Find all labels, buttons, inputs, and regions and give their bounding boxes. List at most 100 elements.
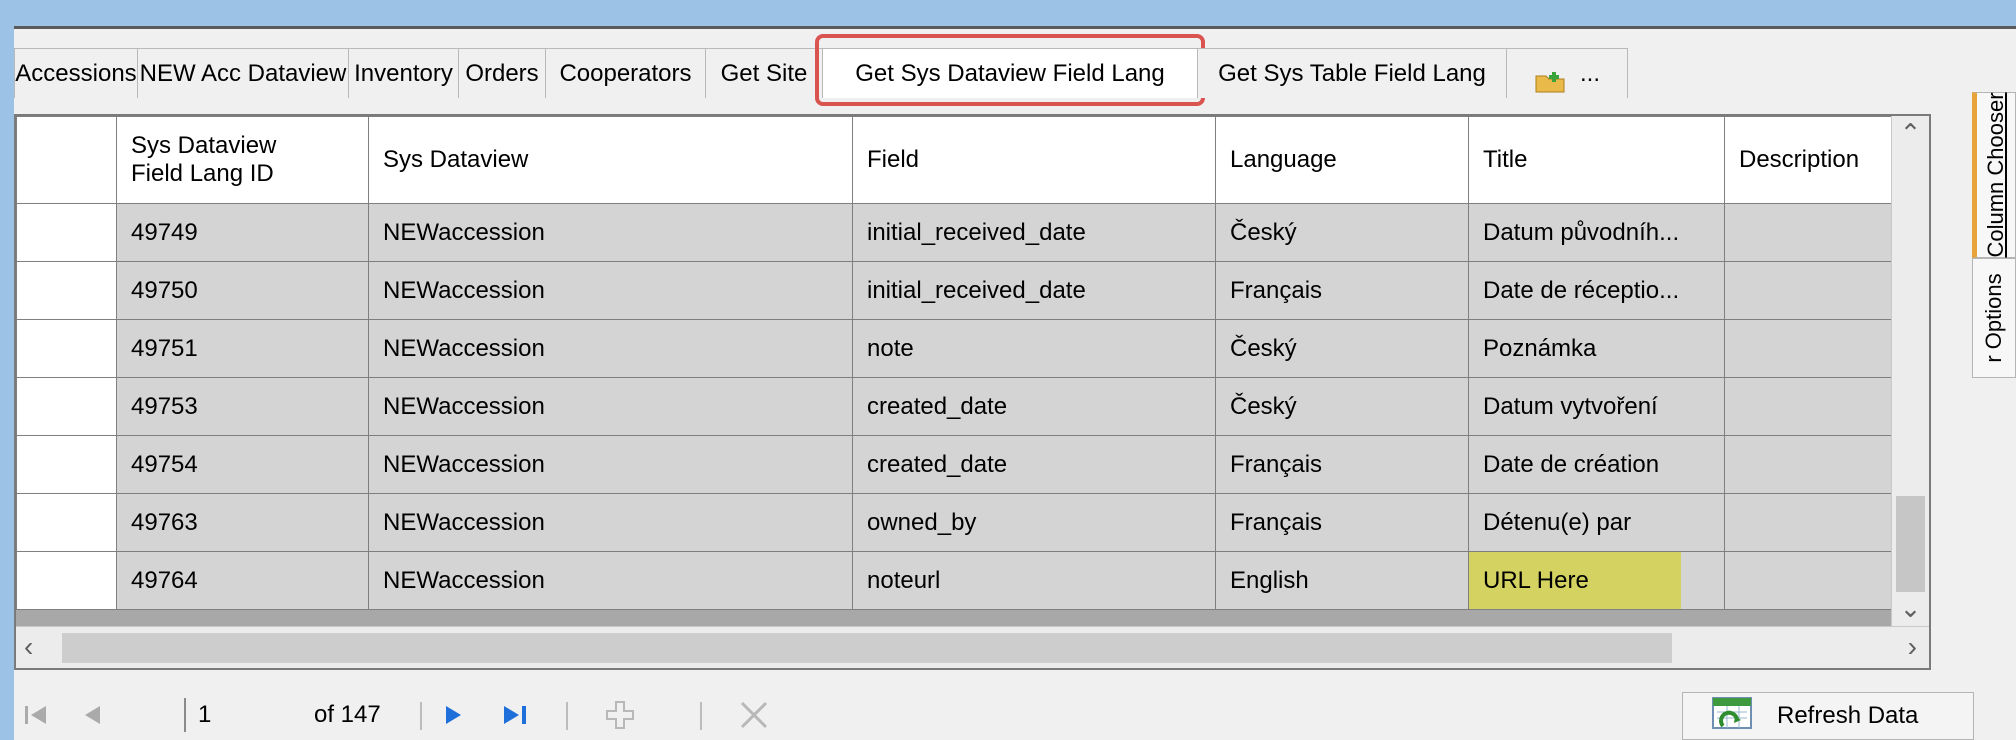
column-header[interactable]: Description bbox=[1724, 116, 1897, 204]
scroll-thumb[interactable] bbox=[62, 633, 1672, 663]
tab-cooperators[interactable]: Cooperators bbox=[545, 48, 706, 98]
table-cell[interactable]: Date de réceptio... bbox=[1468, 261, 1725, 320]
table-cell[interactable]: NEWaccession bbox=[368, 203, 853, 262]
table-cell[interactable]: 49754 bbox=[116, 435, 369, 494]
side-tab-label: Column Chooser bbox=[1983, 92, 2008, 258]
table-row[interactable]: 49751 NEWaccession note Český Poznámka bbox=[16, 319, 1912, 378]
table-cell[interactable]: created_date bbox=[852, 377, 1216, 436]
scroll-thumb[interactable] bbox=[1896, 496, 1925, 592]
row-header[interactable] bbox=[16, 493, 117, 552]
table-row[interactable]: 49753 NEWaccession created_date Český Datum … bbox=[16, 377, 1912, 436]
table-cell[interactable]: English bbox=[1215, 551, 1469, 610]
binding-navigator: 1 of 147 Refresh Data bbox=[14, 692, 1994, 740]
table-cell[interactable]: URL Here bbox=[1468, 551, 1725, 610]
tab-label: Inventory bbox=[354, 60, 453, 87]
table-cell[interactable]: 49764 bbox=[116, 551, 369, 610]
table-cell[interactable]: Français bbox=[1215, 493, 1469, 552]
tab-label: Orders bbox=[465, 60, 539, 87]
previous-page-icon[interactable] bbox=[80, 700, 104, 730]
scroll-right-icon[interactable]: › bbox=[1908, 631, 1917, 663]
table-cell[interactable]: initial_received_date bbox=[852, 261, 1216, 320]
table-row[interactable]: 49754 NEWaccession created_date Français Dat… bbox=[16, 435, 1912, 494]
folder-add-icon bbox=[1534, 62, 1568, 92]
table-cell[interactable]: NEWaccession bbox=[368, 493, 853, 552]
table-cell[interactable] bbox=[1724, 377, 1897, 436]
tab-get-sys-dataview-field-lang[interactable]: Get Sys Dataview Field Lang bbox=[815, 34, 1205, 106]
table-row[interactable]: 49749 NEWaccession initial_received_date Če… bbox=[16, 203, 1912, 262]
vertical-scrollbar[interactable]: ⌃ ⌄ bbox=[1891, 116, 1929, 626]
scroll-down-icon[interactable]: ⌄ bbox=[1892, 593, 1929, 624]
table-cell[interactable]: Détenu(e) par bbox=[1468, 493, 1725, 552]
table-cell[interactable]: 49751 bbox=[116, 319, 369, 378]
table-cell[interactable]: note bbox=[852, 319, 1216, 378]
last-page-icon[interactable] bbox=[500, 700, 530, 730]
tab-orders[interactable]: Orders bbox=[458, 48, 546, 98]
table-cell[interactable]: Český bbox=[1215, 203, 1469, 262]
table-cell[interactable] bbox=[1724, 435, 1897, 494]
first-page-icon[interactable] bbox=[22, 700, 50, 730]
table-cell[interactable] bbox=[1724, 203, 1897, 262]
table-cell[interactable]: 49753 bbox=[116, 377, 369, 436]
side-tab-column-chooser[interactable]: Column Chooser bbox=[1972, 92, 2016, 258]
table-cell[interactable]: NEWaccession bbox=[368, 435, 853, 494]
row-header[interactable] bbox=[16, 203, 117, 262]
table-cell[interactable]: Datum vytvoření bbox=[1468, 377, 1725, 436]
table-cell[interactable]: Český bbox=[1215, 319, 1469, 378]
side-tab-options[interactable]: r Options bbox=[1972, 258, 2016, 378]
tab-accessions[interactable]: Accessions bbox=[14, 48, 138, 98]
table-cell[interactable]: Datum původníh... bbox=[1468, 203, 1725, 262]
scroll-left-icon[interactable]: ‹ bbox=[24, 631, 33, 663]
next-page-icon[interactable] bbox=[442, 700, 466, 730]
refresh-data-button[interactable]: Refresh Data bbox=[1682, 692, 1974, 740]
row-header[interactable] bbox=[16, 261, 117, 320]
horizontal-scrollbar[interactable]: ‹ › bbox=[16, 626, 1929, 668]
header-id-line2: Field Lang ID bbox=[131, 160, 274, 187]
table-cell[interactable] bbox=[1724, 261, 1897, 320]
table-row[interactable]: 49750 NEWaccession initial_received_date Fr… bbox=[16, 261, 1912, 320]
table-cell[interactable]: noteurl bbox=[852, 551, 1216, 610]
table-cell[interactable]: Français bbox=[1215, 435, 1469, 494]
table-cell[interactable]: 49763 bbox=[116, 493, 369, 552]
tab-new-acc-dataview[interactable]: NEW Acc Dataview bbox=[137, 48, 349, 98]
column-header[interactable]: Sys Dataview Field Lang ID bbox=[116, 116, 369, 204]
refresh-icon bbox=[1711, 696, 1753, 737]
row-header[interactable] bbox=[16, 551, 117, 610]
table-cell[interactable]: 49749 bbox=[116, 203, 369, 262]
table-cell[interactable]: NEWaccession bbox=[368, 319, 853, 378]
table-row[interactable]: 49763 NEWaccession owned_by Français Détenu(… bbox=[16, 493, 1912, 552]
page-number-input[interactable]: 1 bbox=[184, 698, 304, 732]
table-cell[interactable]: NEWaccession bbox=[368, 377, 853, 436]
row-header[interactable] bbox=[16, 435, 117, 494]
add-row-icon[interactable] bbox=[604, 700, 636, 730]
row-header[interactable] bbox=[16, 377, 117, 436]
column-header[interactable]: Sys Dataview bbox=[368, 116, 853, 204]
tab-get-sys-table-field-lang[interactable]: Get Sys Table Field Lang bbox=[1197, 48, 1507, 98]
tab-overflow-label: ... bbox=[1579, 59, 1600, 87]
row-header[interactable] bbox=[16, 319, 117, 378]
cell-text: URL Here bbox=[1483, 566, 1589, 594]
table-cell[interactable]: Français bbox=[1215, 261, 1469, 320]
column-header[interactable]: Language bbox=[1215, 116, 1469, 204]
table-cell[interactable]: Date de création bbox=[1468, 435, 1725, 494]
table-cell[interactable]: 49750 bbox=[116, 261, 369, 320]
tab-overflow[interactable]: ... bbox=[1506, 48, 1628, 98]
table-cell[interactable] bbox=[1724, 493, 1897, 552]
column-header[interactable]: Field bbox=[852, 116, 1216, 204]
table-cell[interactable]: initial_received_date bbox=[852, 203, 1216, 262]
table-row[interactable]: 49764 NEWaccession noteurl English URL Here bbox=[16, 551, 1912, 610]
separator bbox=[700, 702, 702, 730]
table-cell[interactable] bbox=[1724, 551, 1897, 610]
table-cell[interactable]: Český bbox=[1215, 377, 1469, 436]
delete-row-icon[interactable] bbox=[738, 700, 770, 730]
table-cell[interactable]: NEWaccession bbox=[368, 261, 853, 320]
tab-get-site[interactable]: Get Site bbox=[705, 48, 823, 98]
table-cell[interactable]: owned_by bbox=[852, 493, 1216, 552]
table-cell[interactable]: NEWaccession bbox=[368, 551, 853, 610]
table-cell[interactable]: Poznámka bbox=[1468, 319, 1725, 378]
tab-inventory[interactable]: Inventory bbox=[348, 48, 459, 98]
table-cell[interactable] bbox=[1724, 319, 1897, 378]
column-header[interactable]: Title bbox=[1468, 116, 1725, 204]
page-total-label: of 147 bbox=[314, 701, 381, 728]
table-cell[interactable]: created_date bbox=[852, 435, 1216, 494]
scroll-up-icon[interactable]: ⌃ bbox=[1892, 118, 1929, 149]
